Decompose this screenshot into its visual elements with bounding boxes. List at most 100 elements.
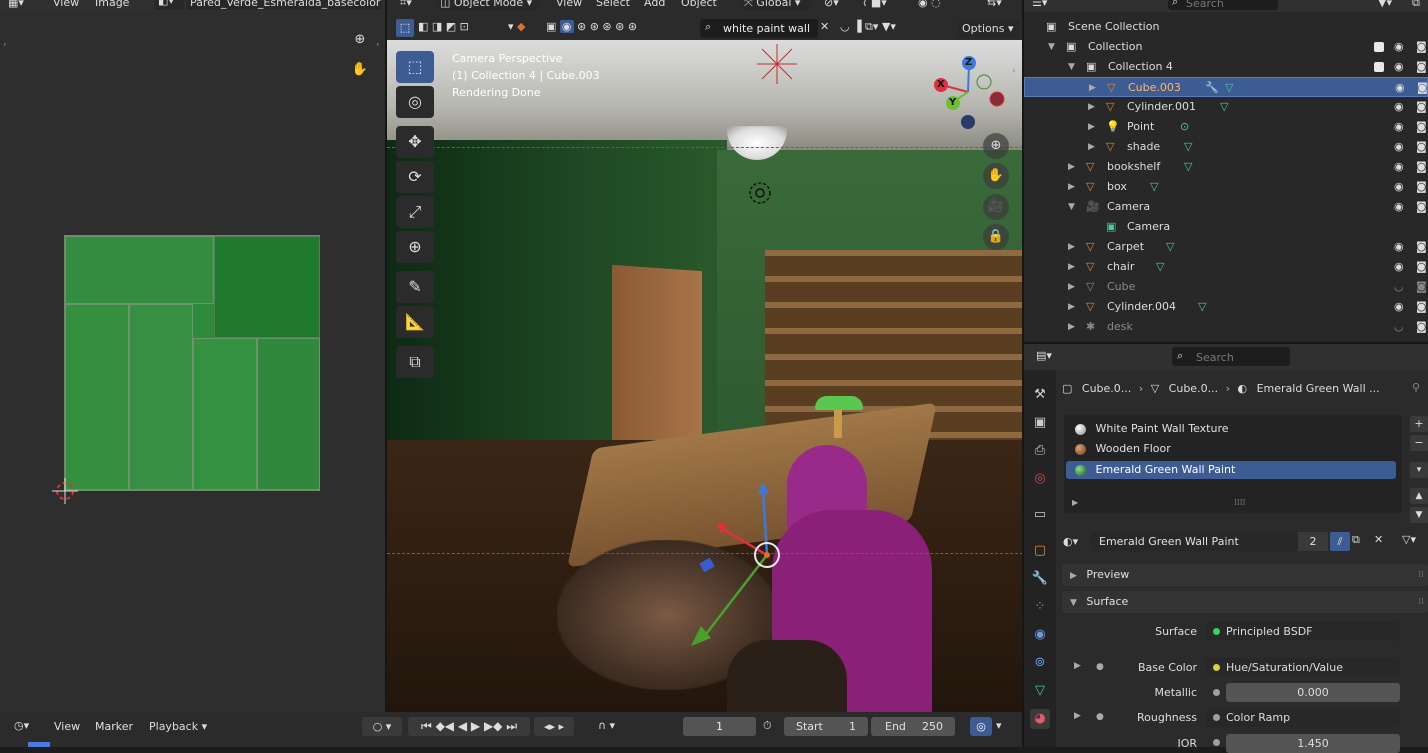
editor-type-icon[interactable]: ▦▾ bbox=[8, 0, 24, 9]
drag-handle-icon[interactable]: ⁞⁞ bbox=[1418, 591, 1424, 613]
outliner-row[interactable]: ▶ ▽ Cube ◡ ◙ bbox=[1024, 277, 1428, 297]
options-dropdown[interactable]: Options ▾ bbox=[958, 19, 1020, 38]
outliner-row[interactable]: ▼ ▣ Collection ◉ ◙ bbox=[1024, 37, 1428, 57]
render-camera-icon[interactable]: ◙ bbox=[1416, 297, 1427, 317]
material-slot-item[interactable]: White Paint Wall Texture bbox=[1066, 420, 1396, 438]
data-tab-icon[interactable]: ▽ bbox=[1030, 681, 1050, 701]
material-slot-item-selected[interactable]: Emerald Green Wall Paint bbox=[1066, 461, 1396, 479]
viewport-menu-select[interactable]: Select bbox=[596, 0, 630, 9]
eye-icon[interactable]: ◉ bbox=[1394, 197, 1404, 217]
outliner-row[interactable]: ▣ Scene Collection bbox=[1024, 17, 1428, 37]
stopwatch-icon[interactable]: ⏱ bbox=[763, 719, 772, 733]
remove-slot-button[interactable]: − bbox=[1410, 435, 1428, 451]
pivot-icon[interactable]: ⊘▾ bbox=[824, 0, 839, 9]
link-mode-dropdown[interactable]: ▽▾ bbox=[1402, 533, 1416, 546]
end-frame-field[interactable]: End 250 bbox=[871, 717, 955, 736]
material-browse-button[interactable]: ◐▾ bbox=[1063, 532, 1091, 551]
eye-icon[interactable]: ◉ bbox=[1394, 117, 1404, 137]
render-camera-icon[interactable]: ◙ bbox=[1416, 177, 1427, 197]
measure-tool-button[interactable]: 📐 bbox=[396, 306, 434, 338]
render-camera-icon[interactable]: ◙ bbox=[1416, 97, 1427, 117]
render-camera-icon[interactable]: ◙ bbox=[1416, 57, 1427, 77]
render-camera-icon[interactable]: ◙ bbox=[1416, 237, 1427, 257]
list-resize-handle[interactable]: ⁞⁞⁞⁞ bbox=[1234, 498, 1245, 508]
view-options-icon[interactable]: ▾ bbox=[996, 719, 1002, 732]
outliner-row-selected[interactable]: ▶ ▽ Cube.003 🔧 ▽ ◉ ◙ bbox=[1024, 77, 1428, 97]
2d-cursor-icon[interactable] bbox=[50, 476, 80, 506]
render-camera-icon[interactable]: ◙ bbox=[1416, 257, 1427, 277]
playback-dropdown[interactable]: Playback ▾ bbox=[145, 717, 216, 736]
outliner-row[interactable]: ▼ 🎥 Camera ◉ ◙ bbox=[1024, 197, 1428, 217]
proportional-icon[interactable]: ◉ ◌ bbox=[918, 0, 941, 9]
material-name-field[interactable]: Emerald Green Wall Paint bbox=[1091, 532, 1298, 551]
select-modes-icon[interactable]: ◧ ◨ ◩ ⊡ bbox=[418, 20, 469, 33]
outliner-row[interactable]: ▶ ▽ Carpet ▽ ◉ ◙ bbox=[1024, 237, 1428, 257]
surface-panel-header[interactable]: ▼ Surface ⁞⁞ bbox=[1062, 591, 1428, 613]
outliner-row[interactable]: ▶ ▽ bookshelf ▽ ◉ ◙ bbox=[1024, 157, 1428, 177]
add-cube-tool-button[interactable]: ⧉ bbox=[396, 346, 434, 378]
new-collection-icon[interactable]: ⧉ bbox=[1412, 0, 1420, 10]
output-tab-icon[interactable]: ⎙ bbox=[1030, 441, 1050, 461]
outliner-row[interactable]: ▶ ▽ shade ▽ ◉ ◙ bbox=[1024, 137, 1428, 157]
image-menu-image[interactable]: Image bbox=[95, 0, 129, 9]
render-camera-icon[interactable]: ◙ bbox=[1416, 277, 1427, 297]
world-tab-icon[interactable]: ◎ bbox=[1030, 469, 1050, 489]
image-name-field[interactable]: Pared_Verde_Esmeralda_basecolor bbox=[186, 0, 382, 10]
chevron-right-icon[interactable]: ▶ bbox=[1068, 177, 1075, 197]
chevron-down-icon[interactable]: ▼ bbox=[1068, 57, 1075, 77]
chevron-right-icon[interactable]: ▶ bbox=[1068, 297, 1075, 317]
include-checkbox[interactable] bbox=[1374, 42, 1384, 52]
eye-icon[interactable]: ◉ bbox=[1394, 97, 1404, 117]
viewport-menu-view[interactable]: View bbox=[556, 0, 582, 9]
lock-icon[interactable]: 🔒 bbox=[983, 224, 1009, 250]
roughness-field[interactable]: Color Ramp bbox=[1206, 708, 1400, 727]
outliner-editor-icon[interactable]: ☰▾ bbox=[1032, 0, 1047, 9]
area-divider[interactable] bbox=[385, 0, 387, 712]
timeline-editor-icon[interactable]: ◷▾ bbox=[14, 719, 29, 732]
outliner-row[interactable]: ▶ ▽ chair ▽ ◉ ◙ bbox=[1024, 257, 1428, 277]
eye-icon[interactable]: ◉ bbox=[1394, 37, 1404, 57]
outliner-row[interactable]: ▣ Camera bbox=[1024, 217, 1428, 237]
filter-icon[interactable]: ▼▾ bbox=[1378, 0, 1392, 9]
chevron-right-icon[interactable]: ▶ bbox=[1088, 97, 1095, 117]
zoom-icon[interactable]: ⊕ bbox=[983, 133, 1009, 159]
eye-closed-icon[interactable]: ◡ bbox=[1394, 277, 1404, 297]
render-camera-icon[interactable]: ◙ bbox=[1416, 117, 1427, 137]
orientation-dropdown[interactable]: ⤧ Global ▾ bbox=[740, 0, 812, 10]
properties-editor-icon[interactable]: ▤▾ bbox=[1036, 349, 1052, 362]
ior-field[interactable]: 1.450 bbox=[1226, 734, 1400, 753]
clear-search-icon[interactable]: ✕ bbox=[820, 20, 829, 33]
render-camera-icon[interactable]: ◙ bbox=[1417, 78, 1428, 98]
eye-icon[interactable]: ◉ bbox=[1394, 157, 1404, 177]
base-color-field[interactable]: Hue/Saturation/Value bbox=[1206, 658, 1400, 677]
add-slot-button[interactable]: + bbox=[1410, 416, 1428, 432]
eye-icon[interactable]: ◉ bbox=[1394, 177, 1404, 197]
object-tab-icon[interactable]: ▢ bbox=[1030, 541, 1050, 561]
overlay-dropdown-icon[interactable]: ▾ ◆ bbox=[508, 20, 526, 33]
particles-tab-icon[interactable]: ⁘ bbox=[1030, 597, 1050, 617]
chevron-down-icon[interactable]: ▼ bbox=[1048, 37, 1055, 57]
editor-type-icon[interactable]: ⌗▾ bbox=[400, 0, 412, 10]
hand-icon[interactable]: ✋ bbox=[983, 163, 1009, 189]
snap-keys-icon[interactable]: ∩ ▾ bbox=[598, 719, 615, 732]
viewport-menu-object[interactable]: Object bbox=[681, 0, 717, 9]
gizmo-icon[interactable]: ⇆▾ bbox=[987, 0, 1002, 9]
image-menu-view[interactable]: View bbox=[53, 0, 79, 9]
keyframe-jump-controls[interactable]: ◂▸ ▸ bbox=[534, 717, 574, 736]
outliner-row[interactable]: ▶ 💡 Point ⊙ ◉ ◙ bbox=[1024, 117, 1428, 137]
cursor-tool-button[interactable]: ◎ bbox=[396, 86, 434, 118]
chevron-right-icon[interactable]: ▶ bbox=[1088, 137, 1095, 157]
collection-tab-icon[interactable]: ▭ bbox=[1030, 505, 1050, 525]
render-view[interactable] bbox=[387, 40, 1023, 712]
surface-shader-field[interactable]: Principled BSDF bbox=[1206, 622, 1400, 641]
eye-closed-icon[interactable]: ◡ bbox=[1394, 317, 1404, 337]
material-tab-icon[interactable]: ◕ bbox=[1030, 709, 1050, 729]
user-count-field[interactable]: 2 bbox=[1298, 532, 1328, 551]
material-slot-item[interactable]: Wooden Floor bbox=[1066, 440, 1396, 458]
move-tool-button[interactable]: ✥ bbox=[396, 126, 434, 158]
light-object-icon[interactable] bbox=[747, 180, 773, 206]
eye-icon[interactable]: ◉ bbox=[1394, 57, 1404, 77]
zoom-in-icon[interactable]: ⊕ bbox=[347, 27, 373, 53]
timeline-menu-view[interactable]: View bbox=[54, 720, 80, 733]
collapse-arrow-icon[interactable]: ‹ bbox=[376, 40, 380, 50]
